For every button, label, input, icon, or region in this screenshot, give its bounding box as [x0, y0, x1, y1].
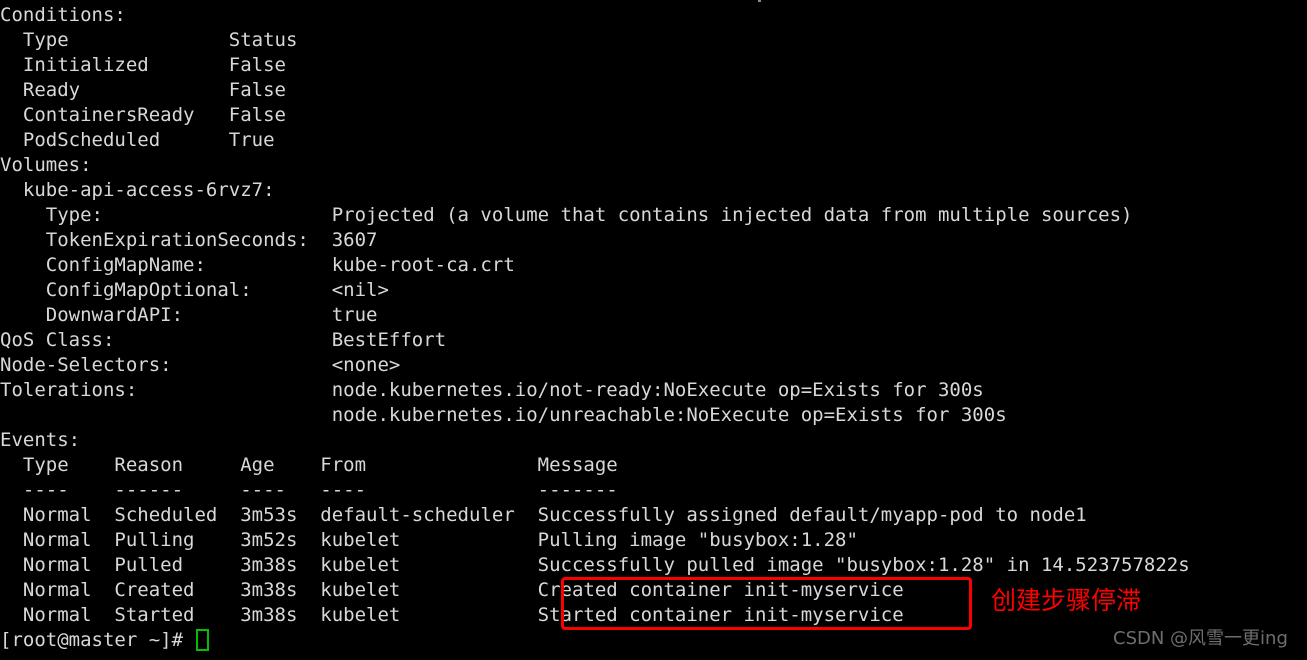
events-table-header: Type Reason Age From Message [0, 454, 618, 476]
volume-detail-row: ConfigMapOptional: <nil> [0, 279, 389, 301]
conditions-row: ContainersReady False [0, 104, 286, 126]
terminal-output: Conditions: Type Status Initialized Fals… [0, 3, 1307, 653]
conditions-table-header: Type Status [0, 29, 298, 51]
qos-class-row: QoS Class: BestEffort [0, 329, 447, 351]
tolerations-row-continued: node.kubernetes.io/unreachable:NoExecute… [0, 404, 1007, 426]
shell-prompt-line[interactable]: [root@master ~]# [0, 628, 1307, 653]
node-selectors-row: Node-Selectors: <none> [0, 354, 401, 376]
events-table-separator: ---- ------ ---- ---- ------- [0, 479, 618, 501]
text-cursor-icon [196, 629, 210, 651]
volumes-section-label: Volumes: [0, 154, 92, 176]
events-section-label: Events: [0, 429, 81, 451]
conditions-row: PodScheduled True [0, 129, 275, 151]
tolerations-row: Tolerations: node.kubernetes.io/not-read… [0, 379, 984, 401]
events-table-row: Normal Scheduled 3m53s default-scheduler… [0, 504, 1087, 526]
shell-prompt-text: [root@master ~]# [0, 629, 195, 651]
events-table-row: Normal Pulling 3m52s kubelet Pulling ima… [0, 529, 858, 551]
conditions-row: Initialized False [0, 54, 286, 76]
volume-detail-row: ConfigMapName: kube-root-ca.crt [0, 254, 515, 276]
watermark-label: CSDN @风雪一更ing [1113, 628, 1288, 649]
conditions-row: Ready False [0, 79, 286, 101]
volume-name: kube-api-access-6rvz7: [0, 179, 275, 201]
volume-detail-row: TokenExpirationSeconds: 3607 [0, 229, 378, 251]
volume-detail-row: Type: Projected (a volume that contains … [0, 204, 1133, 226]
annotation-label: 创建步骤停滞 [991, 586, 1142, 615]
conditions-section-label: Conditions: [0, 4, 126, 26]
events-table-row: Normal Pulled 3m38s kubelet Successfully… [0, 554, 1190, 576]
terminal-window[interactable]: Conditions: Type Status Initialized Fals… [0, 0, 1307, 660]
volume-detail-row: DownwardAPI: true [0, 304, 378, 326]
